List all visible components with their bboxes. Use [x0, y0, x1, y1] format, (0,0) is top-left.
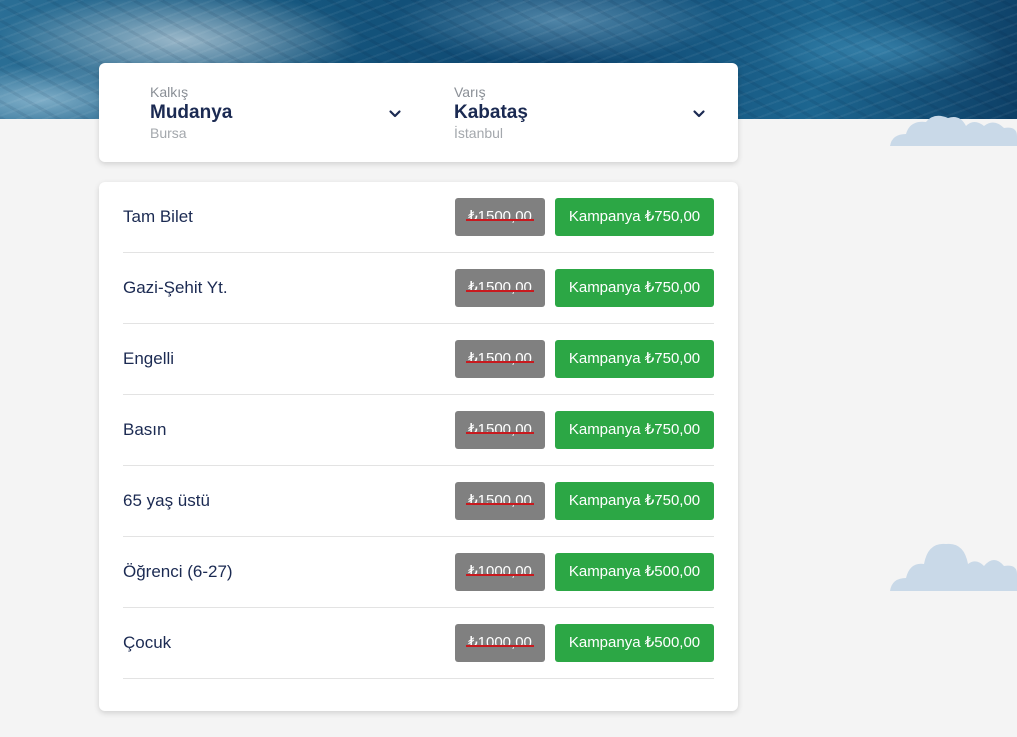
fare-row: Basın ₺1500,00 Kampanya ₺750,00 — [123, 395, 714, 466]
old-price-text: ₺1500,00 — [466, 482, 534, 520]
campaign-price-button[interactable]: Kampanya ₺750,00 — [555, 482, 714, 520]
arrival-selector[interactable]: Varış Kabataş İstanbul — [454, 83, 714, 143]
arrival-region: İstanbul — [454, 125, 504, 141]
departure-region: Bursa — [150, 125, 187, 141]
departure-city: Mudanya — [150, 102, 233, 123]
chevron-down-icon[interactable] — [691, 106, 707, 122]
fare-row: Gazi-Şehit Yt. ₺1500,00 Kampanya ₺750,00 — [123, 253, 714, 324]
old-price-text: ₺1500,00 — [466, 411, 534, 449]
fare-type-label: Basın — [123, 420, 167, 439]
fare-row: 65 yaş üstü ₺1500,00 Kampanya ₺750,00 — [123, 466, 714, 537]
fare-type-label: Çocuk — [123, 633, 172, 652]
fare-row: Çocuk ₺1000,00 Kampanya ₺500,00 — [123, 608, 714, 679]
fare-row: Öğrenci (6-27) ₺1000,00 Kampanya ₺500,00 — [123, 537, 714, 608]
old-price-badge: ₺1000,00 — [455, 624, 545, 662]
old-price-text: ₺1500,00 — [466, 340, 534, 378]
fare-list-card: Tam Bilet ₺1500,00 Kampanya ₺750,00 Gazi… — [99, 182, 738, 711]
old-price-badge: ₺1500,00 — [455, 411, 545, 449]
arrival-label: Varış — [454, 84, 486, 100]
old-price-text: ₺1000,00 — [466, 553, 534, 591]
campaign-price-button[interactable]: Kampanya ₺750,00 — [555, 269, 714, 307]
old-price-badge: ₺1500,00 — [455, 482, 545, 520]
cloud-icon — [890, 543, 1017, 591]
fare-row: Tam Bilet ₺1500,00 Kampanya ₺750,00 — [123, 182, 714, 253]
old-price-text: ₺1500,00 — [466, 198, 534, 236]
departure-selector[interactable]: Kalkış Mudanya Bursa — [150, 83, 410, 143]
campaign-price-button[interactable]: Kampanya ₺750,00 — [555, 198, 714, 236]
old-price-text: ₺1000,00 — [466, 624, 534, 662]
old-price-text: ₺1500,00 — [466, 269, 534, 307]
arrival-city: Kabataş — [454, 102, 528, 123]
old-price-badge: ₺1500,00 — [455, 198, 545, 236]
fare-list: Tam Bilet ₺1500,00 Kampanya ₺750,00 Gazi… — [123, 182, 714, 679]
fare-type-label: Tam Bilet — [123, 207, 193, 226]
cloud-icon — [890, 115, 1017, 146]
route-selector: Kalkış Mudanya Bursa Varış Kabataş İstan… — [99, 63, 738, 162]
fare-row: Engelli ₺1500,00 Kampanya ₺750,00 — [123, 324, 714, 395]
old-price-badge: ₺1000,00 — [455, 553, 545, 591]
campaign-price-button[interactable]: Kampanya ₺500,00 — [555, 624, 714, 662]
departure-label: Kalkış — [150, 84, 189, 100]
chevron-down-icon[interactable] — [387, 106, 403, 122]
old-price-badge: ₺1500,00 — [455, 269, 545, 307]
fare-type-label: Gazi-Şehit Yt. — [123, 278, 228, 297]
fare-type-label: 65 yaş üstü — [123, 491, 210, 510]
fare-type-label: Öğrenci (6-27) — [123, 562, 233, 581]
fare-type-label: Engelli — [123, 349, 175, 368]
campaign-price-button[interactable]: Kampanya ₺750,00 — [555, 340, 714, 378]
campaign-price-button[interactable]: Kampanya ₺500,00 — [555, 553, 714, 591]
campaign-price-button[interactable]: Kampanya ₺750,00 — [555, 411, 714, 449]
old-price-badge: ₺1500,00 — [455, 340, 545, 378]
